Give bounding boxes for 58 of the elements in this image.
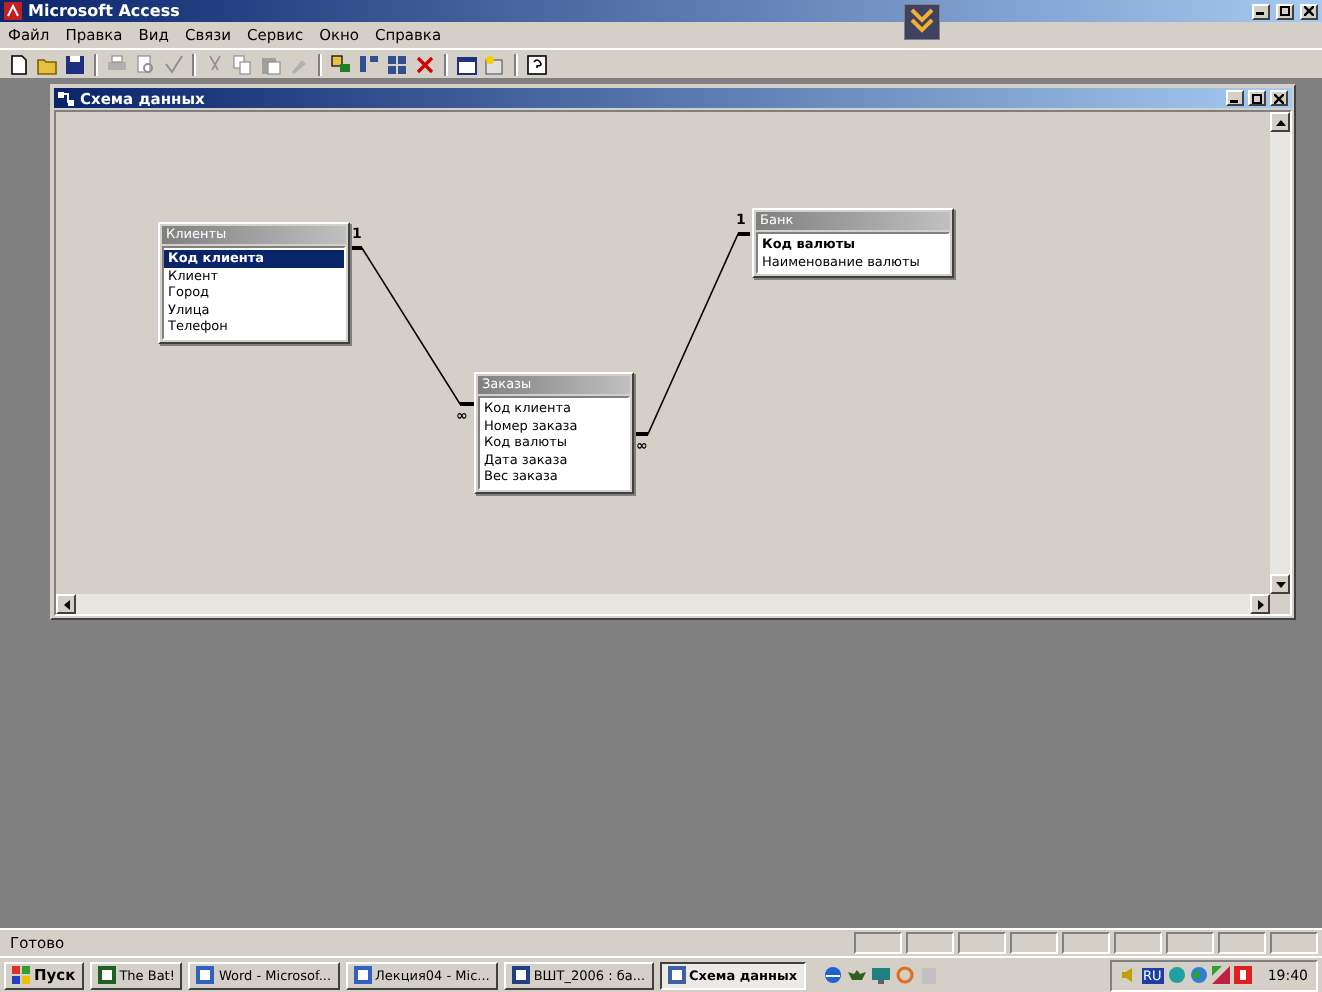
scroll-left-button[interactable] <box>56 594 76 614</box>
left-arrow-icon <box>63 599 69 609</box>
minimize-button[interactable] <box>1252 3 1270 19</box>
relationships-icon <box>58 89 76 107</box>
status-pane <box>1270 932 1318 954</box>
window-icon <box>196 966 215 984</box>
close-icon <box>1304 6 1314 16</box>
all-relationships-icon[interactable] <box>386 53 408 75</box>
status-pane <box>958 932 1006 954</box>
scrollbar-corner <box>1270 594 1290 614</box>
save-icon[interactable] <box>64 53 86 75</box>
right-arrow-icon <box>1257 599 1263 609</box>
down-arrow-icon <box>1275 581 1285 587</box>
browser-icon[interactable] <box>823 966 842 984</box>
minimize-button[interactable] <box>1226 90 1244 106</box>
scroll-down-button[interactable] <box>1270 574 1290 594</box>
print-icon[interactable] <box>106 53 128 75</box>
status-pane <box>1166 932 1214 954</box>
close-icon <box>1274 93 1284 103</box>
close-button[interactable] <box>1270 90 1288 106</box>
direct-relationships-icon[interactable] <box>358 53 380 75</box>
restore-button[interactable] <box>1276 3 1294 19</box>
relationship-line[interactable] <box>349 246 475 406</box>
status-pane <box>1062 932 1110 954</box>
chevron-down-icon[interactable] <box>904 4 940 40</box>
delete-icon[interactable] <box>414 53 436 75</box>
status-pane <box>1218 932 1266 954</box>
monitor-icon[interactable] <box>871 966 890 984</box>
window-icon <box>353 966 372 984</box>
status-pane <box>854 932 902 954</box>
show-table-icon[interactable] <box>330 53 352 75</box>
window-icon <box>97 966 116 984</box>
status-pane <box>906 932 954 954</box>
help-icon[interactable] <box>526 53 548 75</box>
status-pane <box>1114 932 1162 954</box>
app-icon <box>4 2 22 20</box>
maximize-button[interactable] <box>1248 90 1266 106</box>
database-window-icon[interactable] <box>456 53 478 75</box>
horizontal-scrollbar[interactable] <box>56 594 1290 614</box>
window-icon <box>511 966 530 984</box>
up-arrow-icon <box>1275 119 1285 125</box>
restore-icon <box>1280 6 1290 16</box>
window-icon <box>667 966 686 984</box>
scroll-right-button[interactable] <box>1250 594 1270 614</box>
scroll-up-button[interactable] <box>1270 112 1290 132</box>
new-document-icon[interactable] <box>8 53 30 75</box>
relationship-line[interactable] <box>633 232 751 436</box>
paste-icon[interactable] <box>260 53 282 75</box>
vertical-scrollbar[interactable] <box>1270 112 1290 594</box>
copy-icon[interactable] <box>232 53 254 75</box>
print-preview-icon[interactable] <box>134 53 156 75</box>
status-pane <box>1010 932 1058 954</box>
window-title: Microsoft Access <box>28 2 182 20</box>
close-button[interactable] <box>1300 3 1318 19</box>
maximize-icon <box>1252 93 1262 103</box>
flag-icon <box>12 966 30 984</box>
minimize-icon <box>1256 6 1266 16</box>
globe-icon[interactable] <box>1189 966 1208 984</box>
